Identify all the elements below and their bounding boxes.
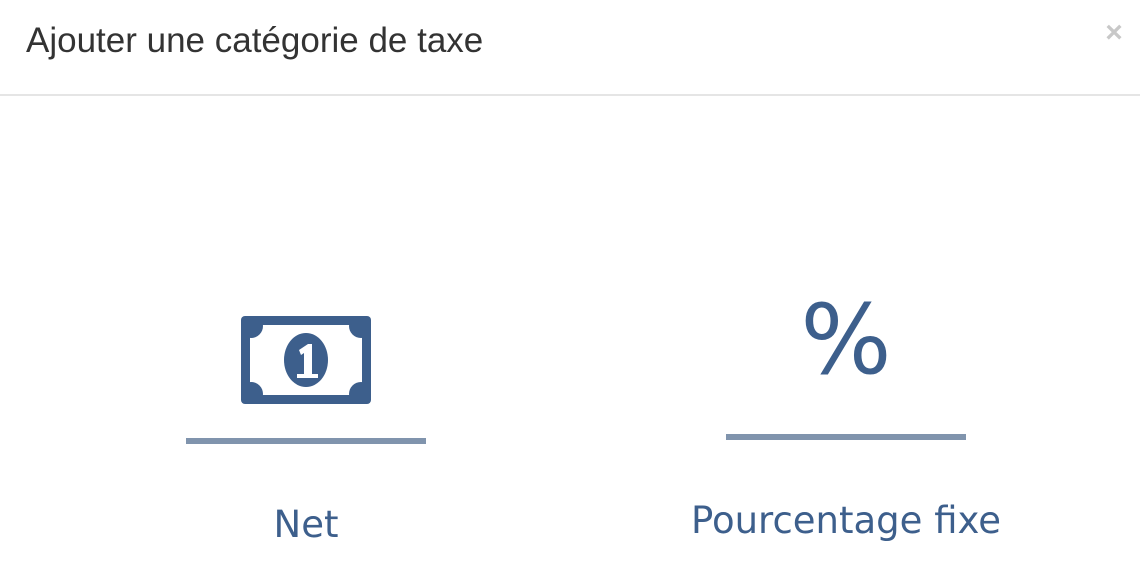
option-net[interactable]: Net [186, 280, 426, 570]
modal-header: Ajouter une catégorie de taxe × [0, 0, 1140, 96]
percent-glyph: % [800, 284, 892, 396]
option-fixed-percentage-label: Pourcentage fixe [690, 499, 1002, 542]
close-button[interactable]: × [1102, 16, 1126, 50]
add-tax-category-modal: Ajouter une catégorie de taxe × Net % Po… [0, 0, 1140, 576]
option-fixed-percentage[interactable]: % Pourcentage fixe [691, 280, 1001, 570]
option-fixed-percentage-underline [726, 434, 966, 440]
option-net-label: Net [273, 503, 339, 546]
modal-title: Ajouter une catégorie de taxe [26, 21, 484, 60]
option-net-underline [186, 438, 426, 444]
money-bill-icon [186, 300, 426, 420]
percent-icon: % [726, 280, 966, 400]
